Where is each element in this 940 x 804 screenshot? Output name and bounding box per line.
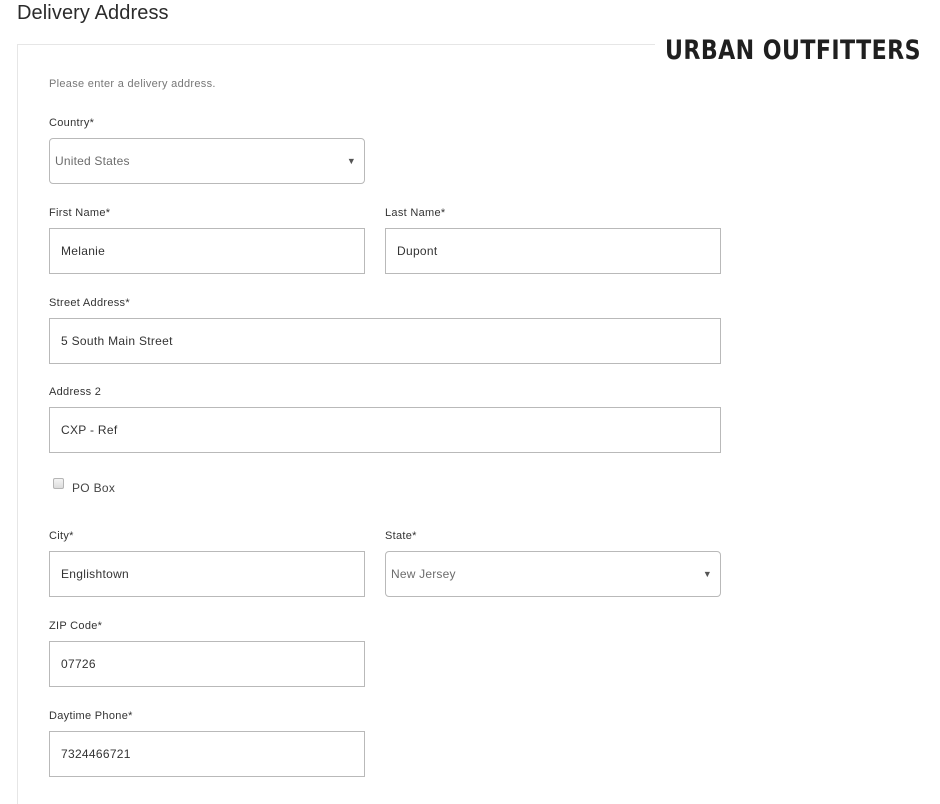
last-name-label: Last Name* (385, 207, 446, 219)
intro-text: Please enter a delivery address. (49, 78, 216, 90)
daytime-phone-field[interactable]: 7324466721 (49, 731, 365, 777)
po-box-checkbox[interactable] (53, 477, 64, 489)
zip-code-field[interactable]: 07726 (49, 641, 365, 687)
city-field[interactable]: Englishtown (49, 551, 365, 597)
brand-logo: URBAN OUTFITTERS (655, 30, 940, 70)
state-label: State* (385, 530, 417, 542)
state-select-value: New Jersey (391, 567, 456, 581)
first-name-field[interactable]: Melanie (49, 228, 365, 274)
country-select-value: United States (55, 154, 130, 168)
po-box-label: PO Box (72, 481, 116, 495)
first-name-label: First Name* (49, 207, 111, 219)
caret-down-icon: ▼ (702, 569, 712, 579)
city-label: City* (49, 530, 74, 542)
caret-down-icon: ▼ (346, 156, 356, 166)
country-select[interactable]: United States ▼ (49, 138, 365, 184)
zip-code-label: ZIP Code* (49, 620, 103, 632)
po-box-option[interactable]: PO Box (53, 477, 115, 495)
country-label: Country* (49, 117, 95, 129)
address-2-field[interactable]: CXP - Ref (49, 407, 721, 453)
street-address-label: Street Address* (49, 297, 130, 309)
address-2-label: Address 2 (49, 386, 102, 398)
page-title: Delivery Address (17, 2, 169, 24)
last-name-field[interactable]: Dupont (385, 228, 721, 274)
street-address-field[interactable]: 5 South Main Street (49, 318, 721, 364)
state-select[interactable]: New Jersey ▼ (385, 551, 721, 597)
brand-logo-text: URBAN OUTFITTERS (665, 34, 921, 66)
daytime-phone-label: Daytime Phone* (49, 710, 133, 722)
